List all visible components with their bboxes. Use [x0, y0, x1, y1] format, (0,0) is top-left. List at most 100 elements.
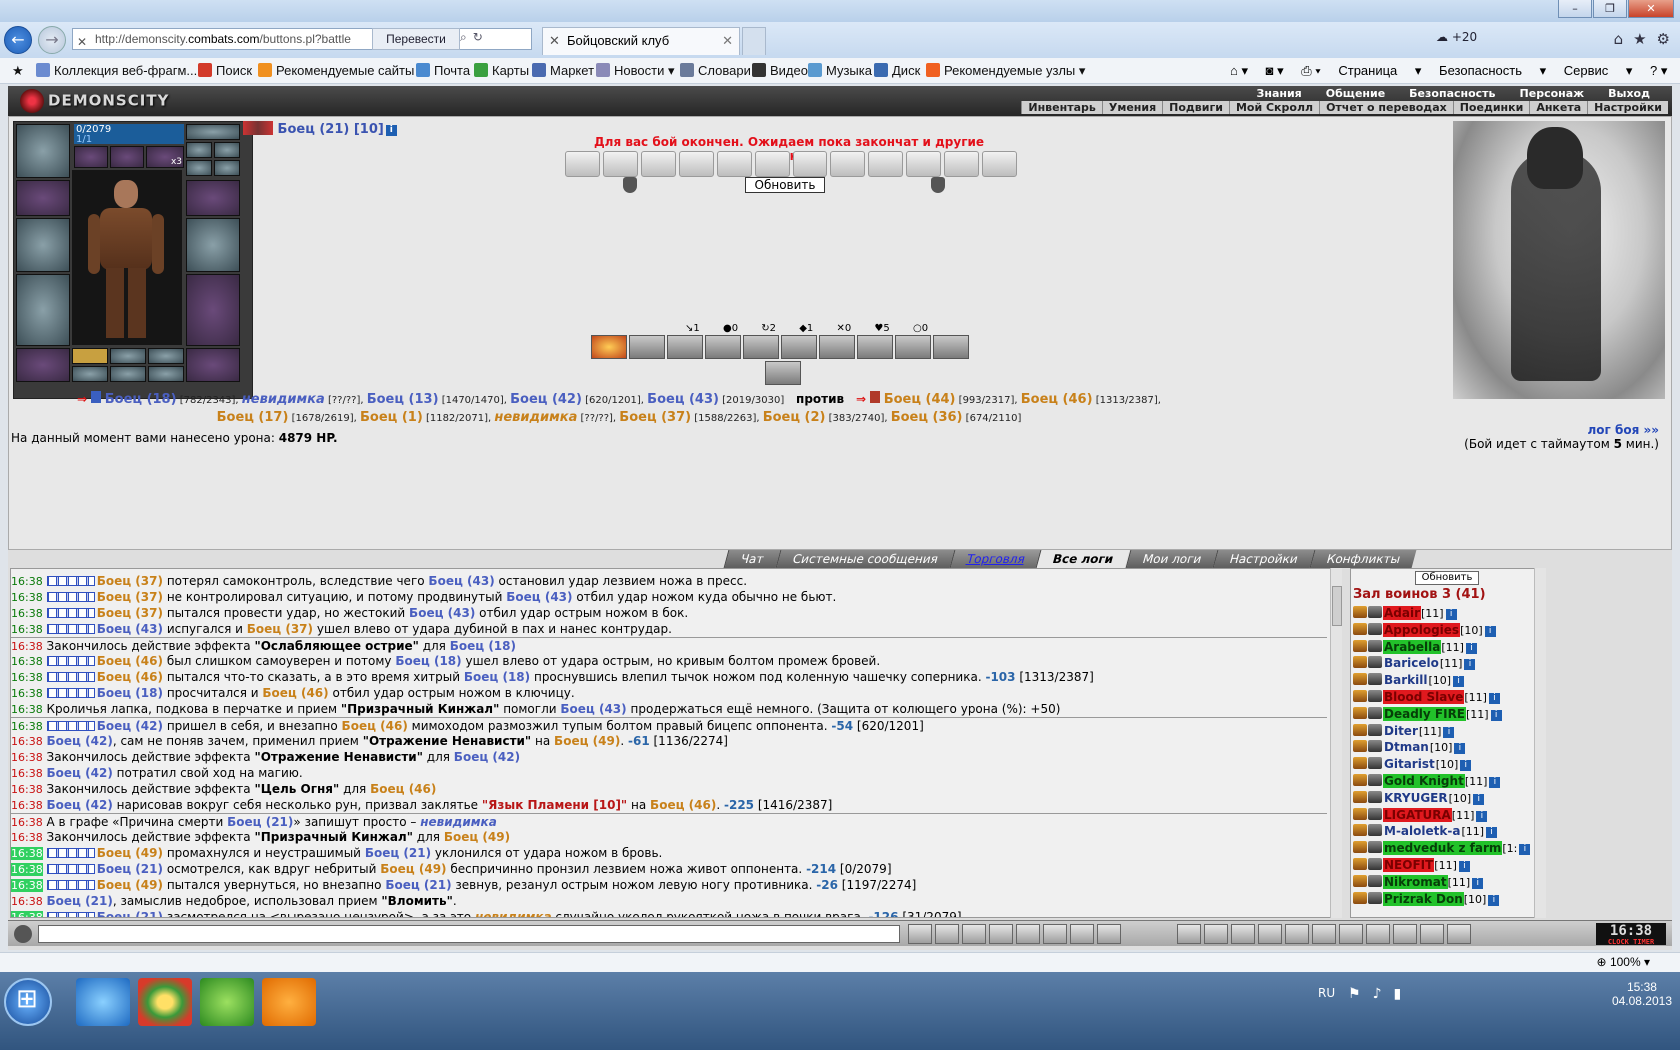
weapon-right-slot[interactable] — [186, 218, 240, 272]
ie-icon[interactable] — [76, 978, 130, 1026]
weather-widget[interactable]: ☁ +20 — [1436, 30, 1477, 44]
chat-fighter[interactable]: Боец (37) — [97, 590, 163, 604]
scroll-icon[interactable] — [1070, 924, 1094, 944]
chat-fighter[interactable]: Боец (18) — [450, 639, 516, 653]
tab-conflicts[interactable]: Конфликты — [1309, 550, 1417, 568]
chat-scrollbar[interactable] — [1330, 568, 1342, 918]
chat-fighter[interactable]: Боец (21) — [97, 910, 163, 917]
player-name[interactable]: Appologies — [1383, 622, 1461, 637]
helmet-slot[interactable] — [16, 124, 70, 178]
private-message-icon[interactable] — [1353, 790, 1367, 803]
menu-profile[interactable]: Анкета — [1529, 101, 1587, 114]
info-icon[interactable]: i — [1453, 676, 1465, 688]
refresh-battle-button[interactable]: Обновить — [745, 177, 825, 193]
chat-fighter[interactable]: Боец (42) — [47, 734, 113, 748]
menu-feats[interactable]: Подвиги — [1162, 101, 1229, 114]
chat-fighter[interactable]: Боец (37) — [247, 622, 313, 636]
face-icon[interactable] — [1366, 924, 1390, 944]
chat-fighter[interactable]: Боец (46) — [650, 798, 716, 812]
close-tab-icon[interactable]: ✕ — [722, 28, 733, 54]
private-message-icon[interactable] — [1353, 689, 1367, 702]
phone-icon[interactable] — [1447, 924, 1471, 944]
player-name[interactable]: Gold Knight — [1383, 773, 1465, 788]
chat-time[interactable]: 16:38 — [11, 799, 43, 812]
scroll-slot[interactable] — [716, 151, 752, 177]
chat-time[interactable]: 16:38 — [11, 735, 43, 748]
chat-fighter[interactable]: Боец (49) — [97, 878, 163, 892]
start-button[interactable] — [4, 978, 52, 1026]
chat-fighter[interactable]: Боец (49) — [554, 734, 620, 748]
amulet-slot[interactable] — [186, 124, 240, 140]
star-icon[interactable]: ★ — [1633, 30, 1646, 48]
stats-icon[interactable] — [1043, 924, 1067, 944]
chest-icon[interactable] — [1258, 924, 1282, 944]
private-message-icon[interactable] — [1353, 740, 1367, 753]
chat-time[interactable]: 16:38 — [11, 703, 43, 716]
chat-fighter[interactable]: Боец (46) — [97, 654, 163, 668]
leggings-slot[interactable] — [186, 274, 240, 346]
chat-fighter[interactable]: Боец (46) — [342, 719, 408, 733]
armor-icon[interactable] — [1312, 924, 1336, 944]
player-name[interactable]: Nikromat — [1383, 874, 1448, 889]
skill-button[interactable] — [667, 335, 703, 359]
cmd-security[interactable]: Безопасность ▾ — [1439, 63, 1546, 78]
chat-fighter[interactable]: Боец (18) — [395, 654, 461, 668]
tab-trade[interactable]: Торговля — [949, 550, 1041, 568]
small-slot-4[interactable] — [214, 160, 240, 176]
chat-fighter[interactable]: Боец (21) — [227, 815, 293, 829]
menu-fights[interactable]: Поединки — [1452, 101, 1530, 114]
fav-item-2[interactable]: Рекомендуемые сайты ▾ — [258, 63, 424, 79]
chat-time[interactable]: 16:38 — [11, 863, 43, 876]
info-icon[interactable]: i — [1454, 743, 1466, 755]
home-icon[interactable]: ⌂ — [1614, 30, 1624, 48]
belt-slot-1[interactable] — [72, 348, 108, 364]
fighter-name[interactable]: Боец (2) — [763, 410, 826, 425]
chat-time[interactable]: 16:38 — [11, 655, 43, 668]
chat-time[interactable]: 16:38 — [11, 591, 43, 604]
game-clock[interactable]: 16:38 CLOCK TIMER — [1596, 923, 1666, 946]
info-icon[interactable]: i — [1484, 625, 1496, 637]
info-icon[interactable]: i — [1488, 894, 1500, 906]
info-icon[interactable]: i — [1490, 709, 1502, 721]
skill-button[interactable] — [933, 335, 969, 359]
fighter-name[interactable]: невидимка — [494, 410, 577, 425]
tab-settings[interactable]: Настройки — [1212, 550, 1315, 568]
skill-button[interactable] — [857, 335, 893, 359]
forward-button[interactable]: → — [38, 26, 66, 54]
chat-fighter[interactable]: Боец (21) — [47, 894, 113, 908]
scroll-slot[interactable] — [640, 151, 676, 177]
fav-item-5[interactable]: Маркет — [532, 63, 594, 78]
gear-icon[interactable]: ⚙ — [1657, 30, 1670, 48]
player-name[interactable]: Dtman — [1383, 740, 1430, 754]
fav-item-8[interactable]: Видео — [752, 63, 808, 78]
belt-slot-3[interactable] — [148, 348, 184, 364]
player-name[interactable]: Arabella — [1383, 639, 1442, 654]
player-name[interactable]: Barkill — [1383, 673, 1428, 687]
menu-character[interactable]: Персонаж — [1508, 87, 1597, 100]
player-name[interactable]: NEOFIT — [1383, 857, 1435, 872]
chat-time[interactable]: 16:38 — [11, 816, 43, 829]
chat-time[interactable]: 16:38 — [11, 895, 43, 908]
menu-exit[interactable]: Выход — [1596, 87, 1662, 100]
player-name[interactable]: Diter — [1383, 724, 1419, 738]
maximize-button[interactable]: ❐ — [1593, 0, 1627, 18]
quest-icon[interactable] — [1285, 924, 1309, 944]
private-message-icon[interactable] — [1353, 706, 1367, 719]
scroll-slot[interactable] — [982, 151, 1018, 177]
info-icon[interactable]: i — [1488, 692, 1500, 704]
chrome-icon[interactable] — [138, 978, 192, 1026]
scroll-slot[interactable] — [868, 151, 904, 177]
info-icon[interactable]: i — [1473, 793, 1485, 805]
mail-icon[interactable] — [1393, 924, 1417, 944]
skill-button[interactable] — [781, 335, 817, 359]
private-message-icon[interactable] — [1353, 807, 1367, 820]
chat-fighter[interactable]: Боец (21) — [365, 846, 431, 860]
tab-system-messages[interactable]: Системные сообщения — [775, 550, 954, 568]
info-icon[interactable]: i — [1519, 844, 1531, 856]
menu-skills[interactable]: Умения — [1101, 101, 1162, 114]
bracers-slot[interactable] — [186, 180, 240, 216]
player-name[interactable]: Gitarist — [1383, 757, 1436, 771]
fighter-name[interactable]: Боец (36) — [891, 410, 963, 425]
info-icon[interactable]: i — [1445, 609, 1457, 620]
back-button[interactable]: ← — [4, 26, 32, 54]
